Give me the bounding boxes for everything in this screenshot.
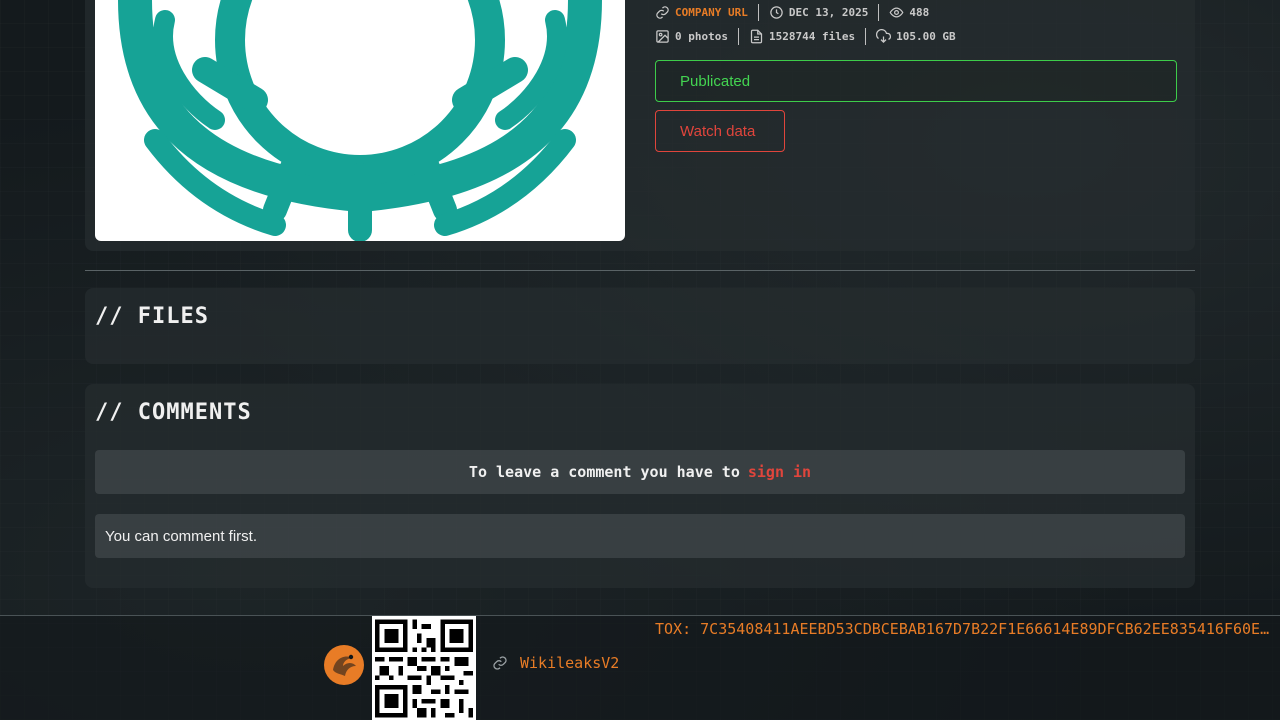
comments-title: // COMMENTS bbox=[95, 400, 252, 425]
files-title: // FILES bbox=[95, 304, 209, 329]
company-url-label[interactable]: COMPANY URL bbox=[675, 6, 748, 19]
image-icon bbox=[656, 29, 669, 43]
meta-divider bbox=[865, 27, 867, 45]
watch-data-button[interactable]: Watch data bbox=[655, 110, 785, 152]
file-icon bbox=[750, 29, 763, 43]
date-value: DEC 13, 2025 bbox=[788, 5, 869, 19]
link-icon bbox=[493, 656, 507, 670]
files-value: 1528744 files bbox=[768, 29, 856, 43]
meta-row-primary: COMPANY URL DEC 13, 2025 488 bbox=[655, 3, 929, 21]
meta-row-secondary: 0 photos 1528744 files 105.00 GB bbox=[655, 27, 956, 45]
sign-in-link[interactable]: sign in bbox=[748, 463, 811, 481]
tox-id[interactable]: TOX: 7C35408411AEEBD53CDBCEBAB167D7B22F1… bbox=[655, 620, 1277, 638]
signin-prefix: To leave a comment you have to bbox=[468, 463, 740, 481]
comments-section: // COMMENTS To leave a comment you have … bbox=[85, 384, 1195, 588]
size-info: 105.00 GB bbox=[876, 27, 956, 45]
signin-prompt: To leave a comment you have to sign in bbox=[95, 450, 1185, 494]
qr-code-icon bbox=[375, 619, 473, 718]
status-publicated: Publicated bbox=[655, 60, 1177, 102]
photos-value: 0 photos bbox=[675, 29, 728, 43]
company-logo bbox=[95, 0, 625, 241]
company-url-link[interactable]: COMPANY URL bbox=[655, 3, 748, 21]
footer: WikileaksV2 TOX: 7C35408411AEEBD53CDBCEB… bbox=[0, 615, 1280, 720]
files-section: // FILES bbox=[85, 288, 1195, 364]
wikileaks-link[interactable]: WikileaksV2 bbox=[492, 654, 619, 672]
phoenix-logo-icon bbox=[324, 645, 364, 685]
files-info: 1528744 files bbox=[749, 27, 855, 45]
meta-divider bbox=[757, 3, 759, 21]
gear-logo-icon bbox=[118, 0, 602, 241]
views-info: 488 bbox=[889, 3, 929, 21]
views-value: 488 bbox=[909, 5, 930, 19]
wikileaks-link-label[interactable]: WikileaksV2 bbox=[520, 654, 619, 672]
no-comments-message: You can comment first. bbox=[95, 514, 1185, 558]
link-icon bbox=[656, 5, 669, 19]
eye-icon bbox=[889, 6, 904, 18]
meta-divider bbox=[737, 27, 739, 45]
meta-divider bbox=[878, 3, 880, 21]
cloud-download-icon bbox=[876, 28, 892, 43]
date-info: DEC 13, 2025 bbox=[769, 3, 868, 21]
size-value: 105.00 GB bbox=[896, 29, 956, 43]
qr-code bbox=[372, 616, 476, 720]
photos-info: 0 photos bbox=[655, 27, 728, 45]
clock-icon bbox=[770, 5, 783, 19]
section-divider bbox=[85, 270, 1195, 271]
